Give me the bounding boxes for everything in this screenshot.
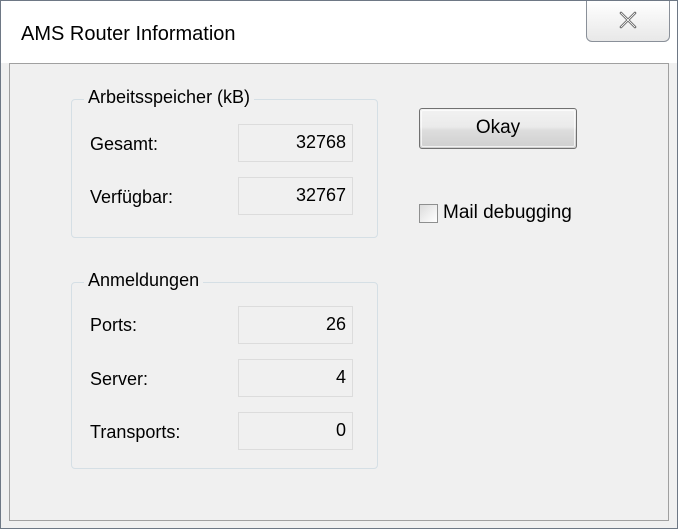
mail-debugging-label[interactable]: Mail debugging	[443, 202, 572, 224]
close-icon	[619, 11, 637, 29]
memory-group-label: Arbeitsspeicher (kB)	[84, 87, 255, 108]
close-button[interactable]	[586, 1, 670, 42]
ports-value: 26	[238, 306, 353, 344]
transports-value: 0	[238, 412, 353, 450]
server-label: Server:	[90, 369, 149, 389]
ports-label: Ports:	[90, 315, 138, 335]
mail-debugging-checkbox[interactable]	[419, 204, 438, 223]
window-title: AMS Router Information	[21, 23, 236, 45]
title-bar: AMS Router Information	[1, 1, 677, 63]
total-value: 32768	[238, 124, 353, 162]
transports-label: Transports:	[90, 422, 181, 442]
logins-group: Anmeldungen Ports: 26 Server: 4 Transpor…	[71, 270, 378, 469]
server-value: 4	[238, 359, 353, 397]
available-value: 32767	[238, 177, 353, 215]
okay-button[interactable]: Okay	[419, 108, 577, 149]
dialog-body: Arbeitsspeicher (kB) Gesamt: 32768 Verfü…	[9, 63, 669, 521]
ams-router-dialog: AMS Router Information Arbeitsspeicher (…	[0, 0, 678, 529]
total-label: Gesamt:	[90, 134, 159, 154]
memory-group: Arbeitsspeicher (kB) Gesamt: 32768 Verfü…	[71, 87, 378, 238]
logins-group-label: Anmeldungen	[84, 270, 204, 291]
okay-button-label: Okay	[475, 117, 521, 138]
available-label: Verfügbar:	[90, 187, 174, 207]
